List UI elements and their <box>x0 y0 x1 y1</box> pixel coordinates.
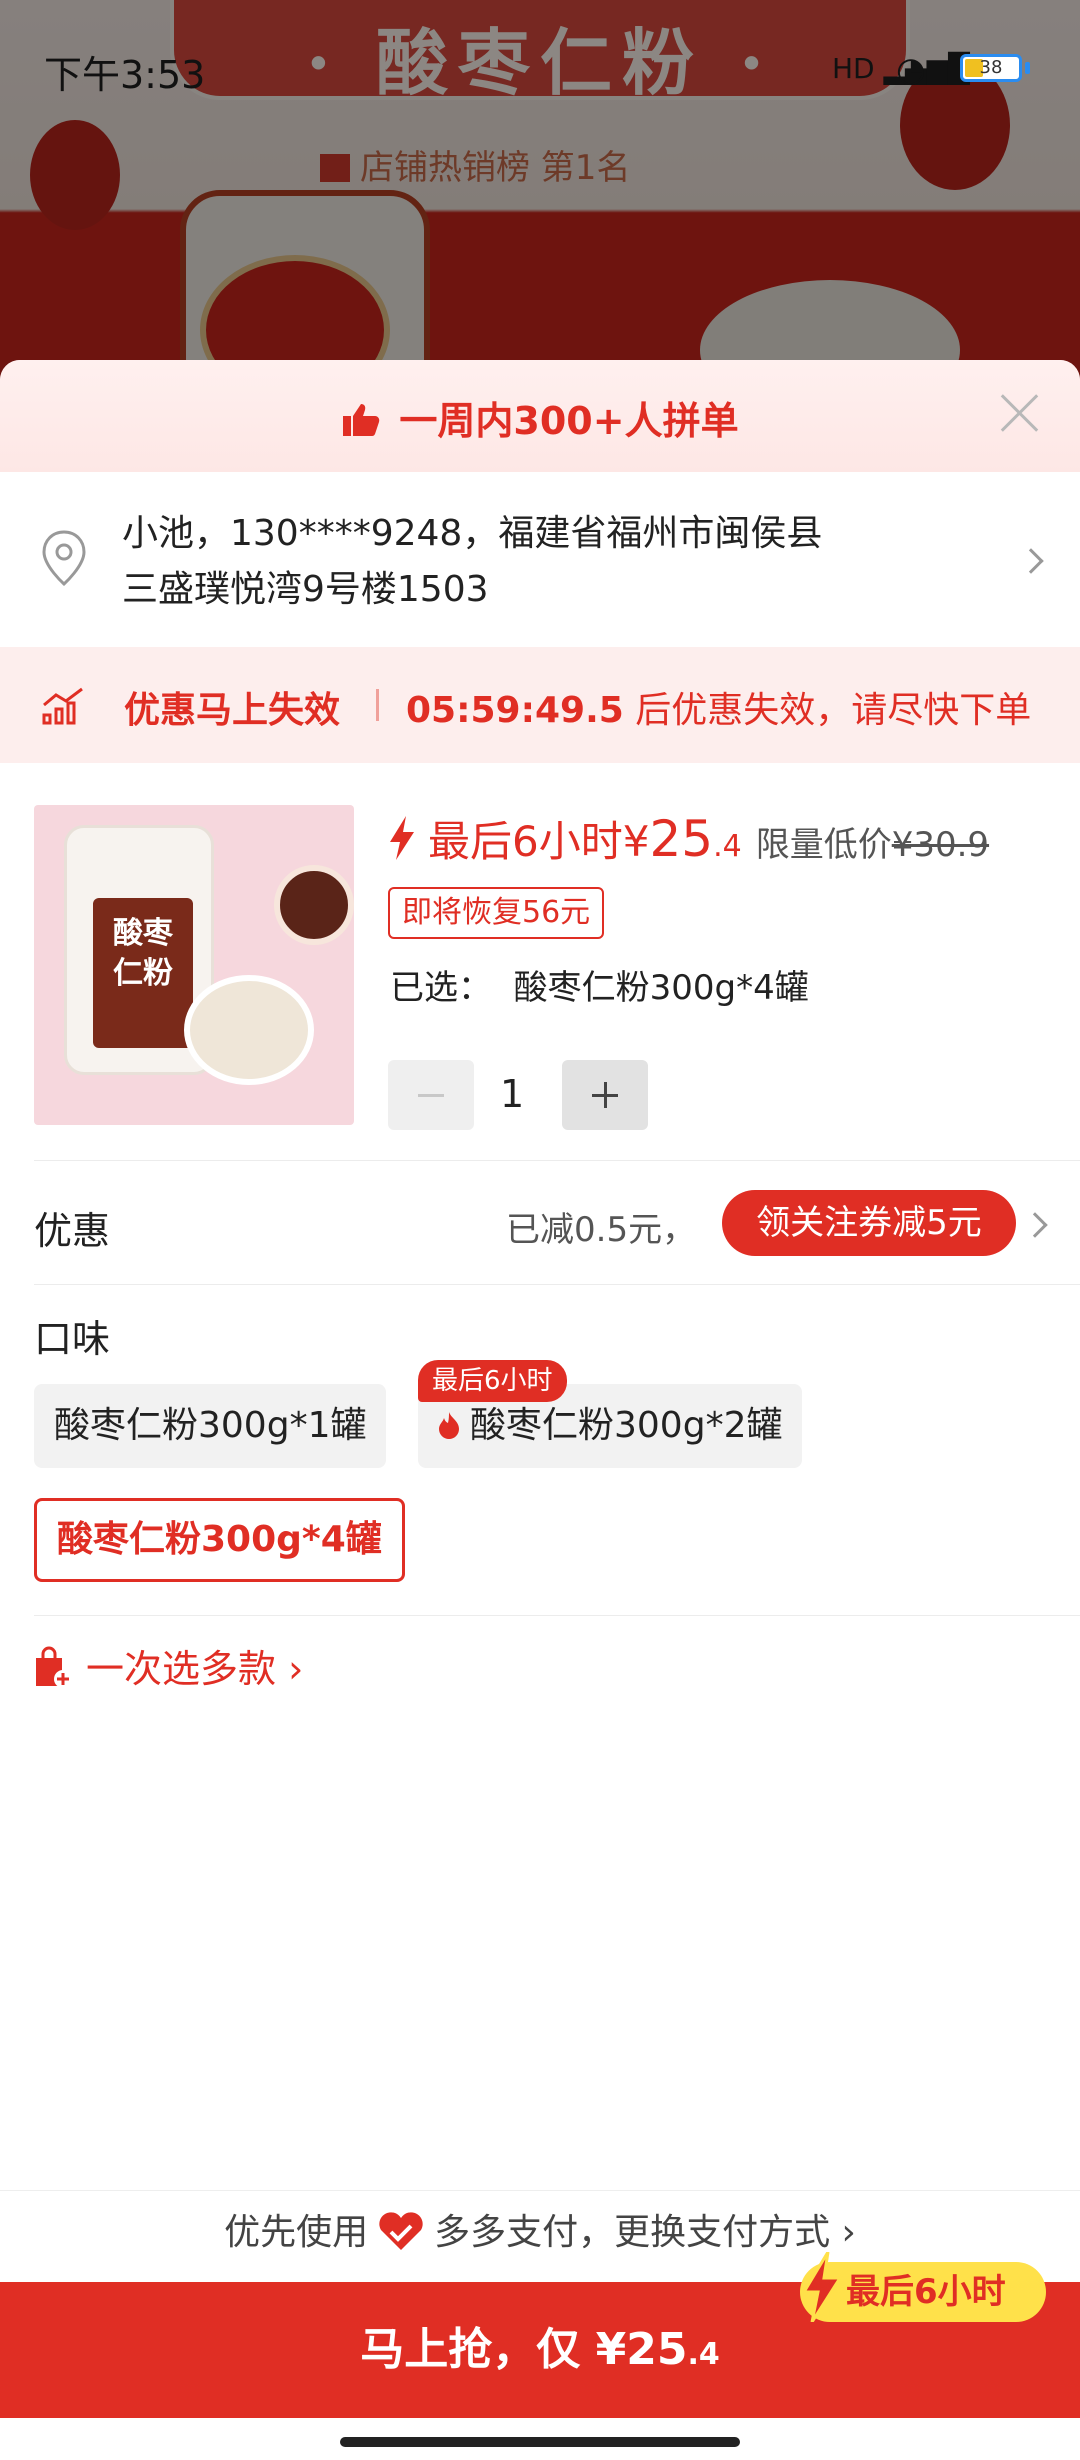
countdown-divider <box>376 689 379 721</box>
address-line-2: 三盛璞悦湾9号楼1503 <box>122 569 489 610</box>
flavor-label: 口味 <box>34 1317 111 1361</box>
shopping-bag-plus-icon <box>36 1646 72 1688</box>
selected-spec-label: 已选： <box>390 968 492 1008</box>
payment-method: 多多支付，更换支付方式 <box>434 2212 831 2253</box>
trend-chart-icon <box>42 687 83 725</box>
price-restore-tag: 即将恢复56元 <box>388 887 605 939</box>
address-row[interactable]: 小池，130****9248，福建省福州市闽侯县 三盛璞悦湾9号楼1503 <box>0 472 1080 647</box>
urgent-tag-label: 最后6小时 <box>846 2272 1006 2312</box>
status-bar: 下午3:53 HD ▂▄▆█ ◔ 38 <box>0 0 1080 130</box>
divider <box>34 1615 1080 1616</box>
promo-label: 优惠 <box>34 1209 111 1253</box>
thumbs-up-icon <box>343 404 380 436</box>
flavor-option-3-selected[interactable]: 酸枣仁粉300g*4罐 <box>34 1498 405 1582</box>
product-can-label: 酸枣仁粉 <box>93 898 193 1048</box>
chevron-right-icon[interactable] <box>1022 1212 1048 1238</box>
lightning-icon <box>390 816 414 860</box>
purchase-sheet: 一周内300+人拼单 小池，130****9248，福建省福州市闽侯县 三盛璞悦… <box>0 360 1080 2460</box>
social-proof-label: 一周内300+人拼单 <box>399 399 739 443</box>
promo-reduced-text: 已减0.5元， <box>506 1210 697 1250</box>
social-proof-text: 一周内300+人拼单 <box>341 390 739 445</box>
urgent-tag: 最后6小时 <box>800 2252 1046 2322</box>
home-indicator[interactable] <box>340 2437 740 2447</box>
battery-tip <box>1025 62 1030 74</box>
product-image[interactable]: 酸枣仁粉 <box>34 805 354 1125</box>
status-time: 下午3:53 <box>44 53 206 97</box>
price-integer: 25 <box>649 810 714 868</box>
quantity-value[interactable]: 1 <box>500 1072 524 1116</box>
price-row: 最后6小时¥25.4 限量低价¥30.9 <box>388 808 989 869</box>
flavor-option-2-badge: 最后6小时 <box>418 1360 567 1402</box>
original-price: ¥30.9 <box>891 825 990 865</box>
countdown-text: 05:59:49.5 后优惠失效，请尽快下单 <box>406 681 1031 733</box>
wifi-icon: ◔ <box>896 50 926 90</box>
signal-hd-label: HD <box>832 52 875 85</box>
divider <box>34 1284 1080 1285</box>
lightning-icon <box>801 2252 842 2322</box>
divider <box>34 1160 1080 1161</box>
location-pin-icon <box>42 530 86 587</box>
selected-spec: 已选： 酸枣仁粉300g*4罐 <box>390 960 809 1009</box>
address-line-1: 小池，130****9248，福建省福州市闽侯县 <box>122 513 823 554</box>
duoduo-pay-heart-icon <box>379 2212 423 2250</box>
countdown-title: 优惠马上失效 <box>124 690 341 731</box>
product-powder-bowl <box>184 975 314 1085</box>
social-proof-banner: 一周内300+人拼单 <box>0 360 1080 472</box>
chevron-right-icon <box>1018 548 1044 574</box>
battery-icon: 38 <box>960 54 1022 82</box>
fire-icon <box>439 1412 459 1439</box>
price-decimal: .4 <box>713 829 742 864</box>
flavor-option-2-label: 酸枣仁粉300g*2罐 <box>470 1405 783 1446</box>
close-button[interactable] <box>998 390 1042 434</box>
countdown-suffix: 后优惠失效，请尽快下单 <box>623 690 1032 731</box>
limited-price-label: 限量低价 <box>755 825 892 865</box>
battery-percent: 38 <box>979 57 1003 78</box>
quantity-decrease-button[interactable] <box>388 1060 474 1130</box>
buy-now-label: 马上抢，仅 ¥25 <box>360 2324 688 2375</box>
countdown-banner: 优惠马上失效 05:59:49.5 后优惠失效，请尽快下单 <box>0 647 1080 763</box>
product-can-label-text: 酸枣仁粉 <box>113 916 173 991</box>
payment-prefix: 优先使用 <box>224 2212 369 2253</box>
buy-now-decimal: .4 <box>687 2337 720 2372</box>
selected-spec-value: 酸枣仁粉300g*4罐 <box>513 968 809 1008</box>
product-seeds-bowl <box>274 865 354 945</box>
flavor-option-1[interactable]: 酸枣仁粉300g*1罐 <box>34 1384 387 1468</box>
price-prefix: 最后6小时 <box>428 817 623 866</box>
quantity-increase-button[interactable] <box>562 1060 648 1130</box>
multi-select-link[interactable]: 一次选多款 › <box>32 1638 303 1693</box>
coupon-button[interactable]: 领关注券减5元 <box>722 1190 1016 1256</box>
countdown-time: 05:59:49.5 <box>406 690 624 731</box>
multi-select-label: 一次选多款 <box>86 1647 277 1691</box>
price-currency: ¥ <box>622 817 650 866</box>
